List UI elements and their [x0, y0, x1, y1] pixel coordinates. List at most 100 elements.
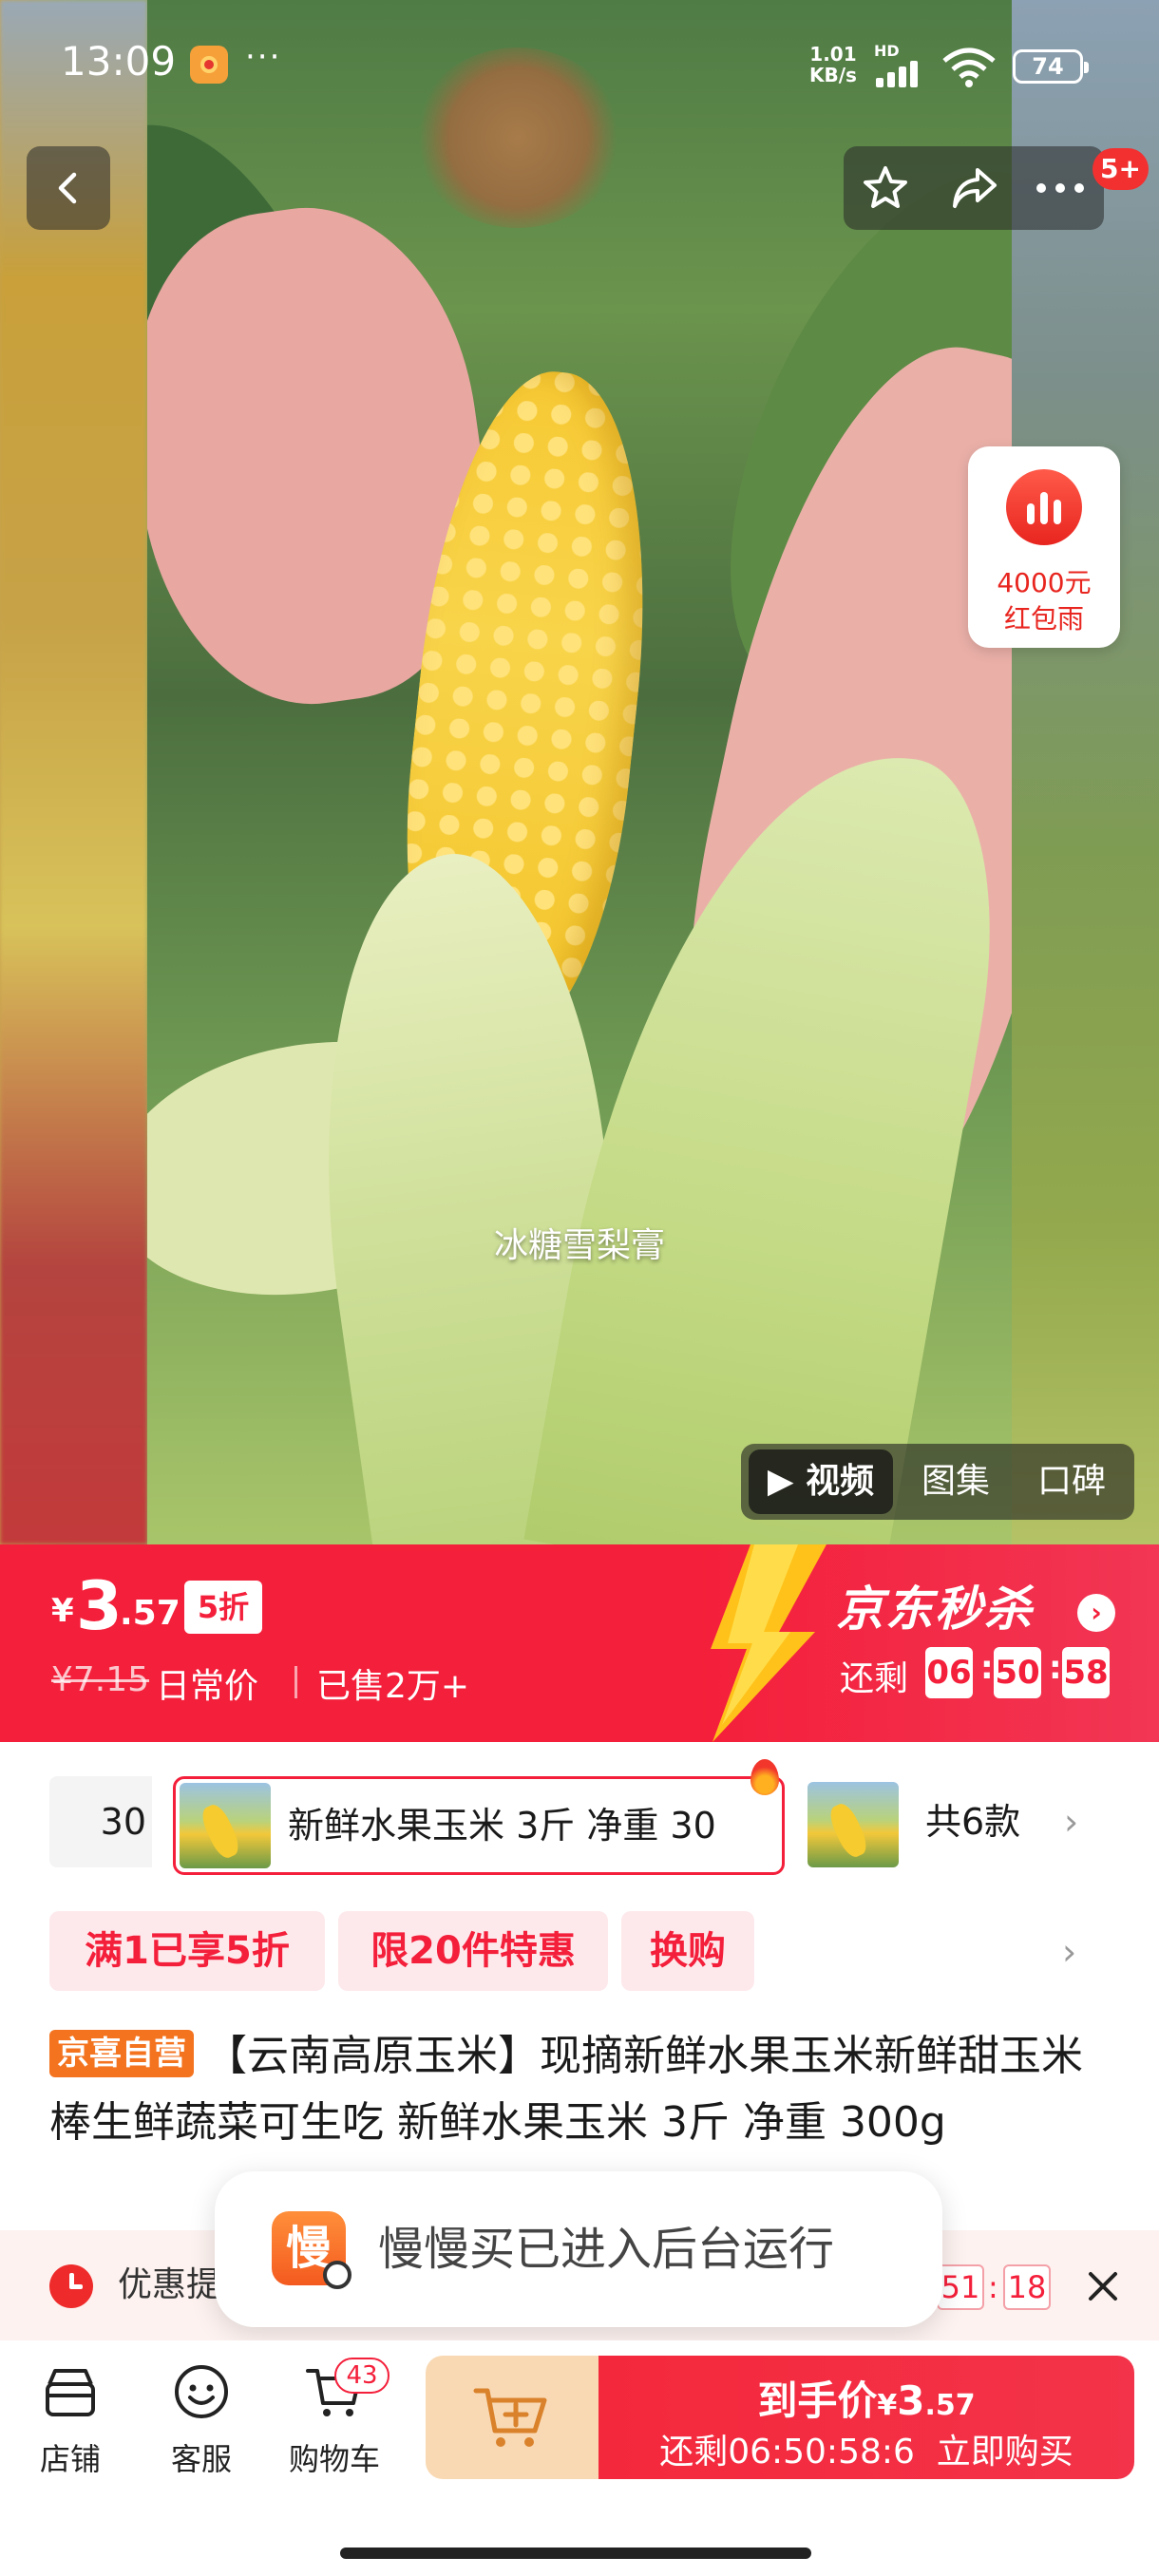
chevron-left-icon — [58, 172, 77, 204]
promo-tag[interactable]: 限20件特惠 — [338, 1911, 608, 1991]
red-packet-rain-button[interactable]: 4000元 红包雨 — [968, 446, 1120, 648]
share-button[interactable] — [933, 146, 1016, 230]
battery-icon: 74 — [1013, 49, 1089, 84]
buy-price-currency: ¥ — [877, 2389, 898, 2422]
add-to-cart-button[interactable] — [426, 2356, 598, 2479]
network-speed-value: 1.01 — [809, 43, 857, 66]
status-bar: 13:09 ··· 1.01 KB/s HD 74 — [0, 0, 1159, 133]
favorite-button[interactable] — [844, 146, 927, 230]
star-icon — [864, 166, 907, 208]
sku-option-thumbnail[interactable] — [808, 1782, 899, 1867]
product-video[interactable]: 冰糖雪梨膏 — [147, 0, 1012, 1544]
message-badge: 5+ — [1092, 148, 1149, 190]
buy-countdown: 还剩06:50:58:6 — [659, 2433, 915, 2472]
sku-selector: 30 新鲜水果玉米 3斤 净重 30 共6款 › — [0, 1742, 1159, 1885]
close-icon[interactable] — [1079, 2263, 1127, 2310]
buy-price-decimal: .57 — [924, 2389, 976, 2422]
cart-count-badge: 43 — [334, 2358, 390, 2394]
notice-countdown-minutes: 51 — [937, 2264, 984, 2310]
customer-service-button[interactable]: 客服 — [144, 2361, 258, 2485]
clock-icon — [49, 2264, 93, 2308]
product-media[interactable]: 冰糖雪梨膏 13:09 ··· 1.01 KB/s HD 74 5+ 4000元… — [0, 0, 1159, 1544]
promo-tag[interactable]: 换购 — [621, 1911, 754, 1991]
price-integer: 3 — [76, 1567, 123, 1645]
back-button[interactable] — [27, 146, 110, 230]
background-toast: 慢 慢慢买已进入后台运行 — [215, 2171, 942, 2327]
product-title: 京喜自营 【云南高原玉米】现摘新鲜水果玉米新鲜甜玉米棒生鲜蔬菜可生吃 新鲜水果玉米… — [49, 2023, 1123, 2156]
store-icon — [46, 2369, 95, 2416]
chevron-right-icon[interactable]: › — [1064, 1776, 1078, 1867]
buy-countdown-line: 还剩06:50:58:6 立即购买 — [598, 2424, 1134, 2473]
media-tabs: ▶ 视频 图集 口碑 — [741, 1444, 1134, 1520]
buy-price-line: 到手价¥3.57 — [598, 2369, 1134, 2427]
seckill-minutes: 50 — [994, 1647, 1041, 1698]
notice-countdown-seconds: 18 — [1003, 2264, 1051, 2310]
bottom-action-bar: 店铺 客服 购物车 43 到手价¥3.57 还剩06:50:58:6 立即购买 — [0, 2340, 1159, 2498]
promo-tags: 满1已享5折 限20件特惠 换购 › — [0, 1909, 1159, 1995]
red-packet-amount: 4000元 — [997, 567, 1092, 598]
seckill-remain-label: 还剩 — [840, 1659, 909, 1698]
seckill-seconds: 58 — [1062, 1647, 1110, 1698]
buy-now-button[interactable]: 到手价¥3.57 还剩06:50:58:6 立即购买 — [598, 2356, 1134, 2479]
sku-option-selected[interactable]: 新鲜水果玉米 3斤 净重 30 — [173, 1776, 785, 1875]
lightning-icon — [711, 1544, 826, 1742]
price-currency: ¥ — [51, 1592, 74, 1630]
buy-action-label: 立即购买 — [936, 2433, 1074, 2472]
red-packet-label: 红包雨 — [1003, 603, 1084, 635]
self-operated-badge: 京喜自营 — [49, 2030, 194, 2077]
original-price: ¥7.15 — [51, 1660, 150, 1699]
cart-plus-icon — [473, 2388, 547, 2447]
manmanmai-app-icon: 慢 — [272, 2211, 352, 2289]
notice-text: 优惠提 — [118, 2265, 221, 2304]
status-more: ··· — [245, 38, 282, 76]
chart-bars-icon — [1006, 469, 1082, 545]
cart-label: 购物车 — [288, 2441, 380, 2477]
chevron-right-icon: › — [1077, 1594, 1115, 1632]
smiley-icon — [175, 2365, 228, 2418]
sku-thumbnail — [180, 1783, 271, 1868]
home-indicator[interactable] — [340, 2548, 811, 2559]
countdown-colon: : — [988, 2269, 998, 2305]
wifi-icon — [940, 47, 998, 91]
toast-message: 慢慢买已进入后台运行 — [378, 2223, 835, 2276]
product-title-text: 【云南高原玉米】现摘新鲜水果玉米新鲜甜玉米棒生鲜蔬菜可生吃 新鲜水果玉米 3斤 … — [49, 2032, 1083, 2147]
more-button[interactable] — [1018, 146, 1102, 230]
media-blur-left — [0, 0, 147, 1544]
media-blur-right — [1012, 0, 1159, 1544]
seckill-title: 京东秒杀 — [836, 1582, 1034, 1637]
promo-tag[interactable]: 满1已享5折 — [49, 1911, 325, 1991]
share-icon — [953, 168, 997, 208]
sku-option-partial[interactable]: 30 — [49, 1776, 152, 1867]
fire-icon — [750, 1759, 779, 1795]
buy-price-value: 3 — [897, 2377, 925, 2424]
sku-option-label: 新鲜水果玉米 3斤 净重 30 — [288, 1805, 716, 1847]
video-caption: 冰糖雪梨膏 — [493, 1226, 665, 1265]
network-speed: 1.01 KB/s — [809, 44, 857, 85]
price-decimal: .57 — [120, 1594, 180, 1633]
buy-price-label: 到手价 — [757, 2377, 878, 2424]
tab-video[interactable]: ▶ 视频 — [749, 1449, 893, 1514]
tab-reviews[interactable]: 口碑 — [1016, 1449, 1127, 1514]
seckill-hours: 06 — [925, 1647, 973, 1698]
tab-gallery[interactable]: 图集 — [899, 1449, 1013, 1514]
more-dots-icon — [1036, 183, 1084, 193]
daily-price-label: 日常价 — [156, 1667, 259, 1706]
signal-icon — [876, 59, 927, 87]
hd-label: HD — [874, 42, 900, 60]
store-button[interactable]: 店铺 — [13, 2361, 127, 2485]
price-bar: ¥ 3 .57 5折 ¥7.15 日常价 已售2万+ 京东秒杀 › 还剩 06 … — [0, 1544, 1159, 1742]
service-label: 客服 — [170, 2441, 232, 2477]
notification-app-icon — [190, 46, 228, 84]
store-label: 店铺 — [39, 2441, 101, 2477]
divider — [294, 1666, 297, 1698]
discount-badge: 5折 — [184, 1581, 262, 1634]
status-time: 13:09 — [61, 38, 177, 85]
network-speed-unit: KB/s — [809, 64, 857, 86]
top-action-group — [844, 146, 1104, 230]
sold-count: 已售2万+ — [316, 1667, 470, 1706]
chevron-right-icon[interactable]: › — [1062, 1909, 1076, 1995]
countdown-colon: : — [980, 1649, 994, 1687]
sku-count[interactable]: 共6款 — [925, 1776, 1020, 1867]
sku-option-label: 30 — [100, 1801, 146, 1843]
countdown-colon: : — [1049, 1649, 1062, 1687]
